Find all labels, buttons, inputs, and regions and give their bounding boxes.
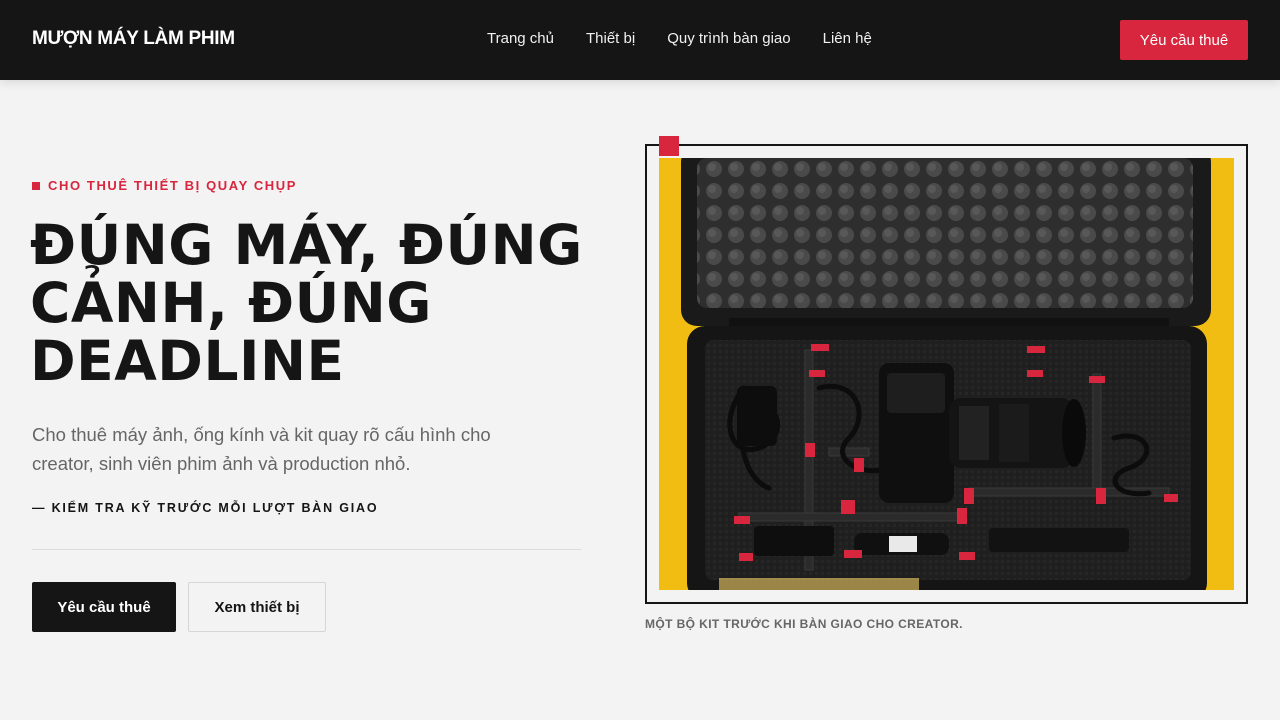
top-navigation-bar: MƯỢN MÁY LÀM PHIM Trang chủ Thiết bị Quy… <box>0 0 1280 80</box>
nav-item-home[interactable]: Trang chủ <box>487 30 554 47</box>
nav-item-equipment[interactable]: Thiết bị <box>586 30 635 47</box>
nav-item-handover-process[interactable]: Quy trình bàn giao <box>667 30 790 47</box>
nav-item-contact[interactable]: Liên hệ <box>823 30 872 47</box>
frame-corner-square-icon <box>659 136 679 156</box>
main-nav: Trang chủ Thiết bị Quy trình bàn giao Li… <box>487 30 872 47</box>
divider <box>32 549 581 550</box>
camera-kit-photo <box>659 158 1234 590</box>
photo-caption: MỘT BỘ KIT TRƯỚC KHI BÀN GIAO CHO CREATO… <box>645 617 963 631</box>
request-rental-button[interactable]: Yêu cầu thuê <box>32 582 176 632</box>
headline-line-3: DEADLINE <box>30 329 345 393</box>
eyebrow-label: CHO THUÊ THIẾT BỊ QUAY CHỤP <box>48 178 298 193</box>
hero-lead-text: Cho thuê máy ảnh, ống kính và kit quay r… <box>32 424 491 474</box>
hero-inspection-note: — KIỂM TRA KỸ TRƯỚC MỖI LƯỢT BÀN GIAO <box>32 501 379 515</box>
eyebrow-square-icon <box>32 181 40 190</box>
view-equipment-button[interactable]: Xem thiết bị <box>188 582 326 632</box>
hero-eyebrow: CHO THUÊ THIẾT BỊ QUAY CHỤP <box>32 178 297 193</box>
hero-headline: ĐÚNG MÁY, ĐÚNG CẢNH, ĐÚNG DEADLINE <box>30 216 610 390</box>
request-rental-header-button[interactable]: Yêu cầu thuê <box>1120 20 1248 60</box>
headline-line-2: CẢNH, ĐÚNG <box>30 271 432 335</box>
brand-logo[interactable]: MƯỢN MÁY LÀM PHIM <box>32 28 235 50</box>
headline-line-1: ĐÚNG MÁY, ĐÚNG <box>30 213 583 277</box>
